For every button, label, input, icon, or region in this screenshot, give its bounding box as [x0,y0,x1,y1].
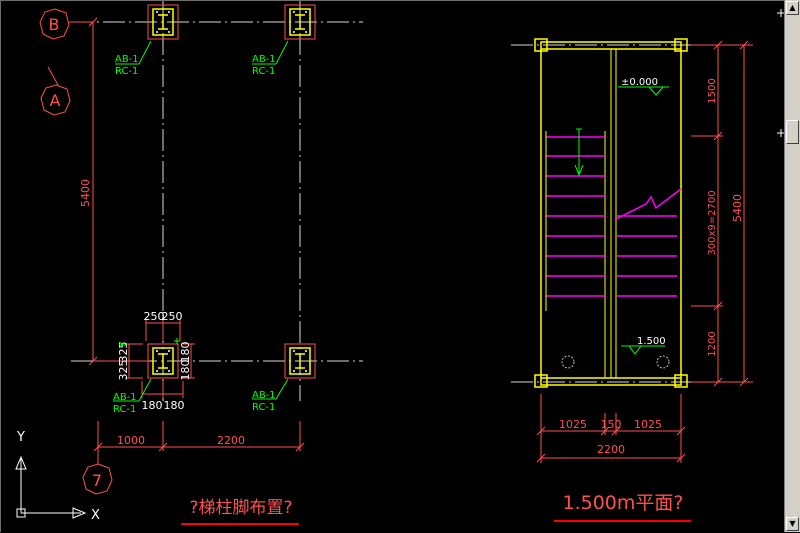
base-dim-top-2: 250 [162,310,183,323]
drawing-canvas[interactable]: B A 7 5400 1000 2200 250 250 325 325 180… [1,1,785,533]
ucs-icon [15,455,87,519]
dim-1025a-label: 1025 [559,418,587,431]
dim-1000-label: 1000 [117,434,145,447]
svg-text:AB-1: AB-1 [115,54,139,65]
level-mark-top: ±0.000 [618,77,669,96]
base-dim-bottom-2: 180 [164,399,185,412]
cad-viewport[interactable]: B A 7 5400 1000 2200 250 250 325 325 180… [0,0,800,532]
svg-text:7: 7 [92,471,102,490]
svg-text:A: A [50,91,61,110]
svg-text:±0.000: ±0.000 [621,77,658,88]
svg-text:1.500: 1.500 [637,336,666,347]
svg-text:RC-1: RC-1 [113,404,136,415]
treads-left [546,136,605,297]
bubble-leader [47,66,59,86]
scroll-down-icon: ▼ [789,519,796,528]
scroll-up-icon: ▲ [789,3,796,12]
grid-bubble-a: A [40,84,71,116]
column-tag: AB-1 RC-1 [115,40,152,77]
dim-5400-right-label: 5400 [731,194,744,222]
treads-right [617,215,677,297]
dim-2200-right-label: 2200 [597,443,625,456]
base-dim-right-2: 180 [179,342,192,363]
dim-5400-label: 5400 [79,179,92,207]
svg-text:AB-1: AB-1 [252,390,276,401]
svg-text:B: B [49,15,60,34]
scroll-up-button[interactable]: ▲ [786,1,799,15]
svg-text:AB-1: AB-1 [113,392,137,403]
left-plan-caption: ?梯柱脚布置? [189,498,292,518]
dim-1025b-label: 1025 [634,418,662,431]
scroll-thumb[interactable] [786,120,799,144]
walk-arrow-icon [574,128,584,177]
ucs-x-label: X [91,508,100,523]
grid-bubble-7: 7 [82,463,113,495]
column-tag: AB-1 RC-1 [252,40,289,77]
dim-2700-label: 300x9=2700 [707,190,718,255]
level-mark-landing: 1.500 [621,336,666,355]
svg-text:AB-1: AB-1 [252,54,276,65]
grid-bubble-b: B [39,8,70,40]
left-plan: B A 7 5400 1000 2200 250 250 325 325 180… [39,1,363,525]
right-plan-caption: 1.500m平面? [563,492,684,514]
break-line [615,188,682,220]
vertical-scrollbar[interactable]: ▲ ▼ [784,0,800,532]
dim-150-label: 150 [601,418,622,431]
base-dim-bottom-1: 180 [142,399,163,412]
right-axis-lines [511,44,701,383]
dim-2200-label: 2200 [217,434,245,447]
svg-text:RC-1: RC-1 [115,66,138,77]
svg-text:RC-1: RC-1 [252,66,275,77]
right-plan: ±0.000 1.500 1500 300x9=2700 1200 5400 1… [511,38,753,522]
dim-1500-label: 1500 [707,78,718,103]
scroll-down-button[interactable]: ▼ [786,517,799,531]
column-tag: AB-1 RC-1 [252,378,289,413]
svg-text:RC-1: RC-1 [252,402,275,413]
dim-1200-label: 1200 [707,331,718,356]
ucs-y-label: Y [16,430,25,445]
